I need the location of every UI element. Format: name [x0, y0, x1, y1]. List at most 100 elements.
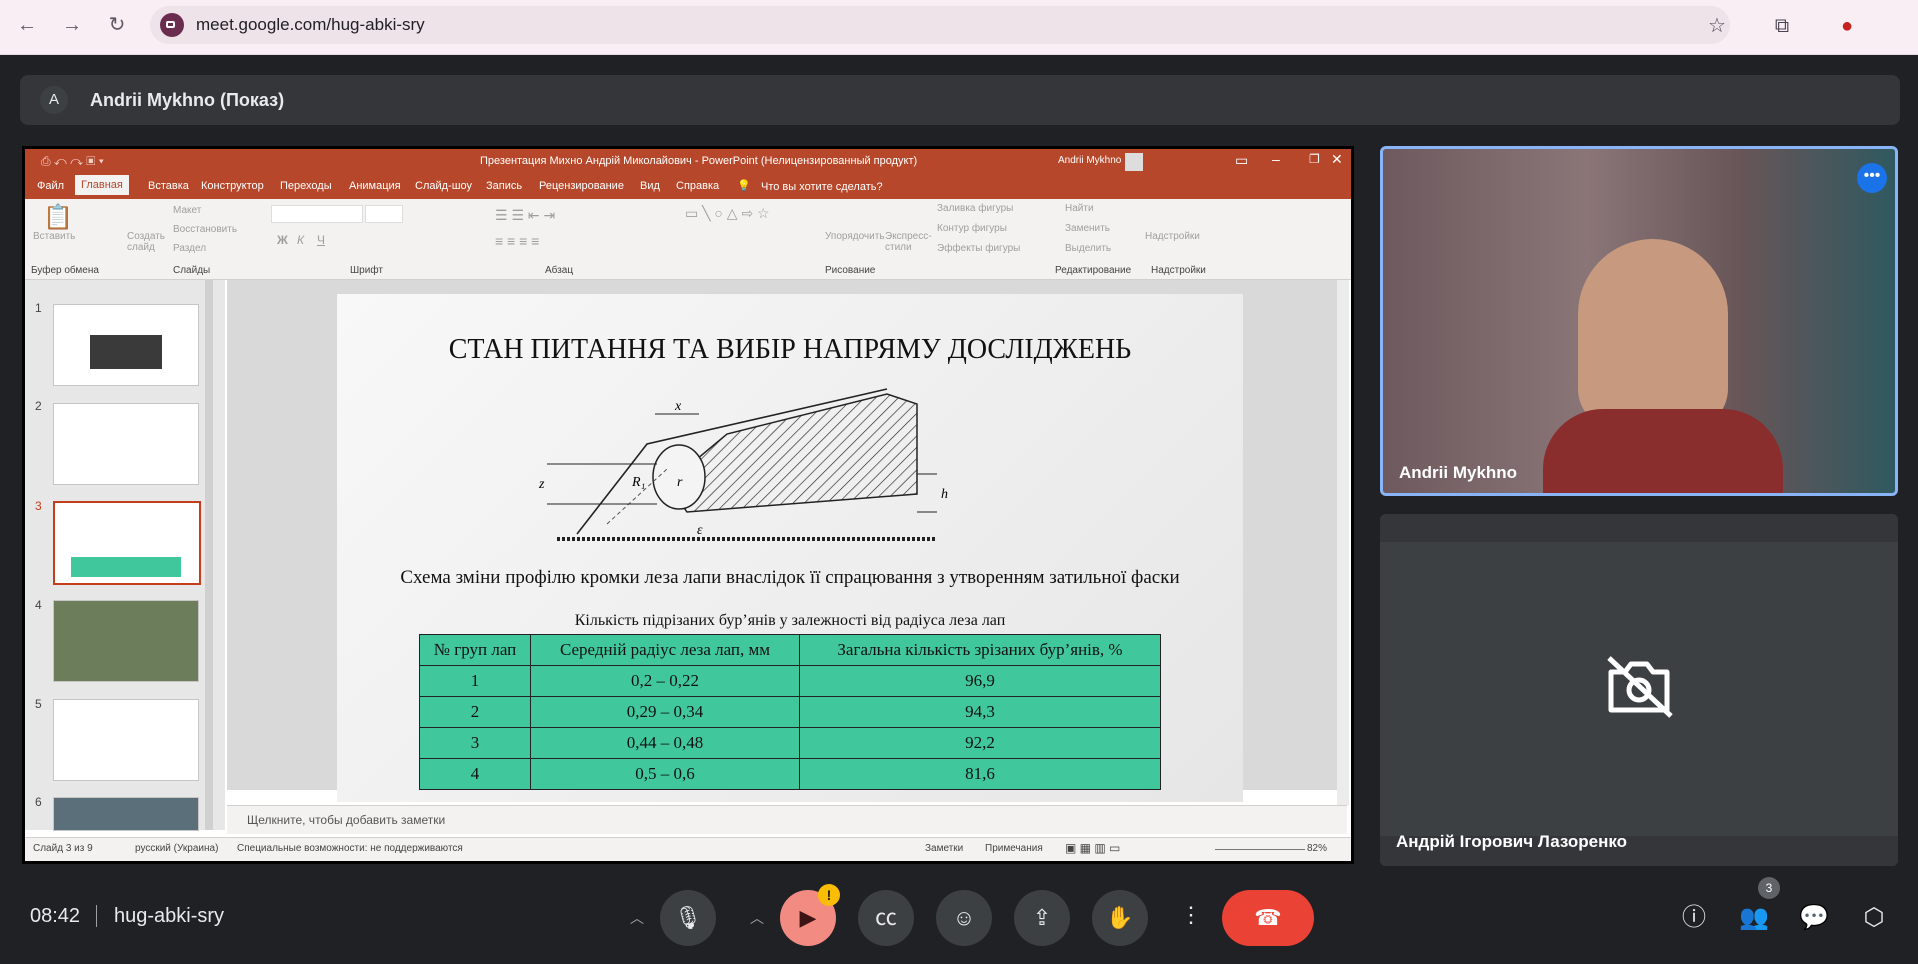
tab-insert[interactable]: Вставка — [142, 178, 195, 194]
paste-button[interactable]: Вставить — [33, 231, 75, 242]
tab-slideshow[interactable]: Слайд-шоу — [409, 178, 478, 194]
profile-icon[interactable]: ● — [1833, 12, 1861, 40]
table-cell: 92,2 — [799, 727, 1161, 759]
tab-file[interactable]: Файл — [31, 178, 70, 194]
tab-help[interactable]: Справка — [670, 178, 725, 194]
chat-icon[interactable]: 💬 — [1796, 900, 1832, 936]
close-icon[interactable]: ✕ — [1331, 151, 1343, 168]
url-text[interactable]: meet.google.com/hug-abki-sry — [196, 15, 425, 35]
back-icon[interactable]: ← — [13, 11, 41, 39]
present-button[interactable]: ⇪ — [1014, 890, 1070, 946]
addins-button[interactable]: Надстройки — [1145, 231, 1200, 242]
layout-button[interactable]: Макет — [173, 205, 201, 216]
forward-icon[interactable]: → — [58, 11, 86, 39]
thumbs-scrollbar[interactable] — [205, 280, 213, 830]
replace-button[interactable]: Заменить — [1065, 223, 1110, 234]
shape-outline-button[interactable]: Контур фигуры — [937, 223, 1007, 234]
quick-access-icons[interactable]: ⎙ ↶ ↷ ▣ ▾ — [41, 154, 104, 169]
participant-shirt — [1543, 409, 1783, 493]
ppt-title-bar: ⎙ ↶ ↷ ▣ ▾ Презентация Михно Андрій Микол… — [25, 149, 1351, 175]
tab-design[interactable]: Конструктор — [195, 178, 270, 194]
more-options-icon[interactable]: ⋮ — [1178, 902, 1204, 928]
shape-fill-button[interactable]: Заливка фигуры — [937, 203, 1013, 214]
italic-icon[interactable]: К — [297, 233, 304, 247]
table-cell: 94,3 — [799, 696, 1161, 728]
slide-thumbnail-5[interactable] — [53, 699, 199, 781]
reload-icon[interactable]: ↻ — [103, 11, 131, 39]
align-icons[interactable]: ≡ ≡ ≡ ≡ — [495, 233, 539, 249]
arrange-button[interactable]: Упорядочить — [825, 231, 885, 242]
new-slide-button[interactable]: Создать слайд — [127, 231, 171, 253]
presenter-name: Andrii Mykhno (Показ) — [90, 90, 285, 110]
tab-view[interactable]: Вид — [634, 178, 666, 194]
meeting-info-icon[interactable]: ⓘ — [1676, 900, 1712, 936]
quick-styles-button[interactable]: Экспресс-стили — [885, 231, 932, 253]
notes-pane[interactable]: Щелкните, чтобы добавить заметки — [227, 805, 1347, 834]
minimize-icon[interactable]: – — [1272, 151, 1280, 167]
end-call-button[interactable]: ☎ — [1222, 890, 1314, 946]
lightbulb-icon: 💡 — [737, 180, 751, 192]
audio-options-chevron-icon[interactable]: ︿ — [624, 905, 650, 931]
diagram-label-r1: R₁ — [631, 475, 645, 490]
activities-icon[interactable]: ⬡ — [1856, 900, 1892, 936]
tab-home[interactable]: Главная — [75, 175, 129, 195]
accessibility-status[interactable]: Специальные возможности: не поддерживают… — [237, 843, 463, 854]
slide-thumbnail-2[interactable] — [53, 403, 199, 485]
slide-thumbnail-1[interactable] — [53, 304, 199, 386]
table-row: 2 0,29 – 0,34 94,3 — [419, 696, 1161, 728]
font-name-select[interactable] — [271, 205, 363, 223]
tab-animations[interactable]: Анимация — [343, 178, 407, 194]
site-info-icon[interactable] — [160, 13, 184, 37]
slide-thumbnail-4[interactable] — [53, 600, 199, 682]
emoji-button[interactable]: ☺ — [936, 890, 992, 946]
language-status[interactable]: русский (Украина) — [135, 843, 218, 854]
shape-effects-button[interactable]: Эффекты фигуры — [937, 243, 1020, 254]
find-button[interactable]: Найти — [1065, 203, 1094, 214]
bold-icon[interactable]: Ж — [277, 233, 288, 247]
table-cell: 81,6 — [799, 758, 1161, 790]
meeting-code: hug-abki-sry — [114, 905, 225, 927]
select-button[interactable]: Выделить — [1065, 243, 1111, 254]
zoom-slider[interactable] — [1215, 849, 1305, 850]
video-options-chevron-icon[interactable]: ︿ — [744, 905, 770, 931]
zoom-level[interactable]: 82% — [1307, 843, 1327, 854]
section-button[interactable]: Раздел — [173, 243, 206, 254]
ribbon-display-icon[interactable]: ▭ — [1235, 152, 1248, 169]
paste-icon[interactable]: 📋 — [43, 203, 73, 232]
slide-thumbnail-6[interactable] — [53, 797, 199, 831]
font-size-select[interactable] — [365, 205, 403, 223]
view-icons[interactable]: ▣ ▦ ▥ ▭ — [1065, 841, 1120, 855]
warning-badge: ! — [818, 884, 840, 906]
people-icon[interactable]: 👥 — [1736, 900, 1772, 936]
tab-record[interactable]: Запись — [480, 178, 528, 194]
participant-tile[interactable]: Андрій Ігорович Лазоренко — [1380, 514, 1898, 866]
table-row: 3 0,44 – 0,48 92,2 — [419, 727, 1161, 759]
tab-review[interactable]: Рецензирование — [533, 178, 630, 194]
slide-scrollbar[interactable] — [1337, 280, 1349, 805]
shapes-gallery-icon[interactable]: ▭ ╲ ○ △ ⇨ ☆ — [685, 205, 770, 222]
comments-button[interactable]: Примечания — [985, 843, 1043, 854]
thumb-number: 2 — [35, 399, 42, 413]
microphone-button[interactable]: 🎙 — [660, 890, 716, 946]
shared-screen: ⎙ ↶ ↷ ▣ ▾ Презентация Михно Андрій Микол… — [22, 146, 1354, 864]
tell-me-search[interactable]: Что вы хотите сделать? — [761, 181, 883, 193]
slide-thumbnail-3[interactable] — [53, 501, 201, 585]
participant-tile[interactable]: ••• Andrii Mykhno — [1380, 146, 1898, 496]
bullets-icon[interactable]: ☰ ☰ ⇤ ⇥ — [495, 207, 555, 224]
reset-button[interactable]: Восстановить — [173, 224, 237, 235]
avatar: A — [40, 86, 68, 114]
user-avatar[interactable] — [1125, 153, 1143, 171]
star-icon[interactable]: ☆ — [1703, 12, 1731, 40]
extensions-icon[interactable]: ⧉ — [1768, 12, 1796, 40]
notes-button[interactable]: Заметки — [925, 843, 963, 854]
captions-button[interactable]: ㏄ — [858, 890, 914, 946]
underline-icon[interactable]: Ч — [317, 233, 325, 247]
more-options-icon[interactable]: ••• — [1857, 163, 1887, 193]
tab-transitions[interactable]: Переходы — [274, 178, 338, 194]
notes-placeholder[interactable]: Щелкните, чтобы добавить заметки — [247, 813, 445, 827]
table-cell: 0,29 – 0,34 — [530, 696, 800, 728]
raise-hand-button[interactable]: ✋ — [1092, 890, 1148, 946]
table-row: 4 0,5 – 0,6 81,6 — [419, 758, 1161, 790]
maximize-icon[interactable]: ❐ — [1309, 152, 1320, 166]
meeting-time: 08:42 — [30, 905, 81, 927]
